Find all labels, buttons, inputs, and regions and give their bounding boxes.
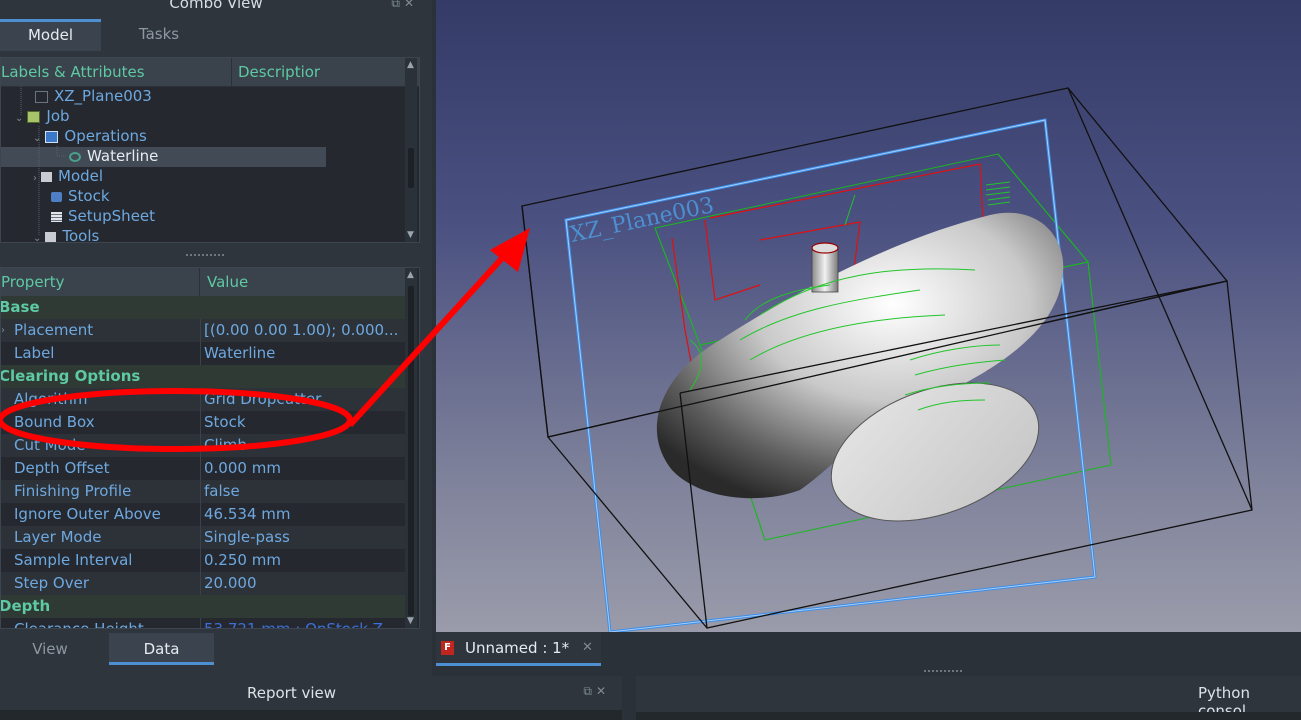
tree-property-splitter[interactable] (186, 254, 224, 258)
tree-item-xz-plane[interactable]: XZ_Plane003 (35, 86, 152, 106)
tree-scroll-thumb[interactable] (408, 148, 414, 188)
group-clearing-options[interactable]: Clearing Options (1, 365, 405, 388)
value-column[interactable]: Value (207, 268, 248, 296)
property-editor[interactable]: Property Value Base › Placement [(0.00 0.0… (0, 267, 420, 629)
group-depth[interactable]: Depth (1, 595, 405, 618)
tab-model[interactable]: Model (0, 19, 101, 51)
tab-view[interactable]: View (0, 633, 100, 665)
viewport-splitter[interactable] (924, 670, 962, 672)
spreadsheet-icon (51, 211, 62, 222)
group-base[interactable]: Base (1, 296, 405, 319)
scroll-up-icon[interactable]: ▲ (407, 60, 414, 70)
operations-icon (45, 130, 59, 143)
3d-viewport[interactable]: XZ_Plane003 (436, 0, 1301, 632)
expand-arrow-icon[interactable]: ⌄ (15, 113, 23, 124)
tree-item-operations[interactable]: ⌄ Operations (33, 126, 147, 146)
combo-view-title: Combo View (169, 0, 263, 12)
tree-scrollbar[interactable]: ▲ ▼ (405, 58, 417, 242)
property-row-layer-mode[interactable]: Layer Mode Single-pass (1, 526, 405, 549)
combo-tabs: Model Tasks (0, 19, 432, 51)
scroll-down-icon[interactable]: ▼ (407, 230, 414, 240)
tab-tasks[interactable]: Tasks (108, 19, 210, 51)
job-icon (27, 110, 41, 123)
float-icon[interactable]: ⧉ (391, 0, 404, 10)
tree-column-description[interactable]: Descriptior (232, 58, 320, 86)
property-scrollbar[interactable]: ▲ ▼ (405, 268, 417, 628)
property-row-ignore-outer-above[interactable]: Ignore Outer Above 46.534 mm (1, 503, 405, 526)
expand-arrow-icon[interactable]: ⌄ (33, 233, 41, 242)
tree-item-job[interactable]: ⌄ Job (15, 106, 70, 126)
combo-view-panel: Combo View ⧉✕ Model Tasks Labels & Attri… (0, 0, 432, 680)
property-row-bound-box[interactable]: Bound Box Stock (1, 411, 405, 434)
report-view-content[interactable] (0, 710, 622, 720)
property-row-clearance-height[interactable]: Clearance Height 53.721 mm ; OpStock.Z (1, 618, 405, 628)
viewport-scene[interactable]: XZ_Plane003 (436, 0, 1301, 632)
expand-arrow-icon[interactable]: ⌄ (33, 133, 41, 144)
property-header: Property Value (1, 268, 407, 296)
freecad-icon: F (441, 641, 454, 655)
tab-data[interactable]: Data (109, 633, 214, 665)
property-row-placement[interactable]: › Placement [(0.00 0.00 1.00); 0.000... (1, 319, 405, 342)
document-tab-label: Unnamed : 1* (465, 639, 570, 657)
dock-title-buttons[interactable]: ⧉✕ (391, 0, 418, 11)
property-row-cut-mode[interactable]: Cut Mode Climb (1, 434, 405, 457)
scroll-down-icon[interactable]: ▼ (407, 616, 414, 626)
float-icon[interactable]: ⧉ (583, 684, 596, 698)
folder-icon (41, 171, 52, 182)
model-tree[interactable]: Labels & Attributes Descriptior XZ_Plane… (0, 57, 420, 243)
tree-item-stock[interactable]: Stock (51, 186, 110, 206)
tree-item-tools[interactable]: ⌄ Tools (33, 226, 99, 242)
python-console-panel: Python consol (636, 676, 1301, 720)
tree-item-setupsheet[interactable]: SetupSheet (51, 206, 155, 226)
property-row-algorithm[interactable]: Algorithm Grid Dropcutter (1, 388, 405, 411)
plane-icon (35, 90, 48, 103)
property-column[interactable]: Property (1, 268, 200, 296)
tree-item-model[interactable]: › Model (33, 166, 103, 186)
property-scroll-thumb[interactable] (408, 286, 414, 616)
property-view-tabs: View Data (0, 633, 432, 667)
property-row-finishing-profile[interactable]: Finishing Profile false (1, 480, 405, 503)
close-icon[interactable]: ✕ (404, 0, 418, 10)
scroll-up-icon[interactable]: ▲ (407, 270, 414, 280)
stock-icon (51, 191, 62, 202)
report-view-title: Report view (247, 684, 337, 702)
plane-label: XZ_Plane003 (568, 193, 716, 248)
report-view-panel: Report view ⧉✕ (0, 676, 622, 720)
property-row-sample-interval[interactable]: Sample Interval 0.250 mm (1, 549, 405, 572)
tree-header: Labels & Attributes Descriptior (1, 58, 419, 87)
close-icon[interactable]: ✕ (596, 684, 610, 698)
model-body[interactable] (656, 212, 1064, 547)
document-tab[interactable]: F Unnamed : 1* ✕ (436, 632, 601, 666)
tree-item-waterline[interactable]: Waterline (69, 146, 158, 166)
close-icon[interactable]: ✕ (582, 640, 593, 655)
dock-title-buttons[interactable]: ⧉✕ (583, 684, 610, 699)
collapse-arrow-icon[interactable]: › (33, 173, 37, 184)
property-row-label[interactable]: Label Waterline (1, 342, 405, 365)
property-row-depth-offset[interactable]: Depth Offset 0.000 mm (1, 457, 405, 480)
folder-icon (45, 231, 57, 242)
expand-arrow-icon[interactable]: › (1, 319, 5, 342)
waterline-icon (69, 151, 81, 162)
python-console-content[interactable] (636, 712, 1301, 720)
tree-column-labels[interactable]: Labels & Attributes (1, 58, 232, 86)
property-row-step-over[interactable]: Step Over 20.000 (1, 572, 405, 595)
document-tabbar: F Unnamed : 1* ✕ (436, 632, 1301, 672)
